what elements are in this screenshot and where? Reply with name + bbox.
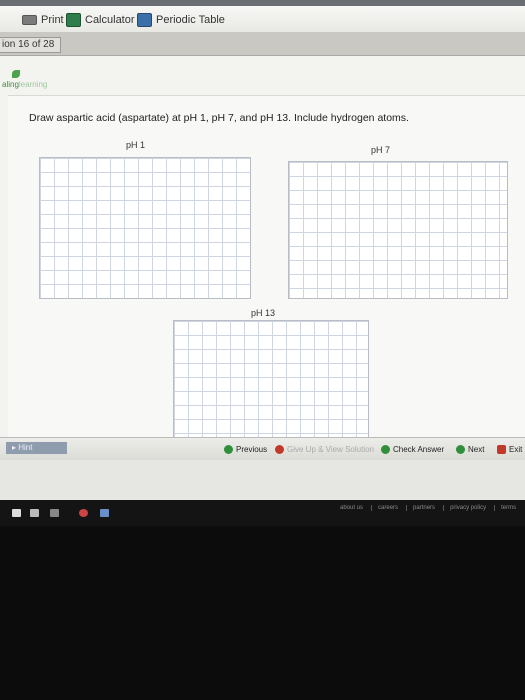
calculator-icon bbox=[66, 13, 81, 27]
hint-button[interactable]: ▸ Hint bbox=[6, 442, 67, 454]
previous-button[interactable]: Previous bbox=[224, 443, 267, 455]
brand-text: alinglearning bbox=[2, 80, 48, 89]
previous-label: Previous bbox=[236, 444, 268, 454]
footer-link[interactable]: terms bbox=[494, 505, 516, 511]
taskbar-browser-icon[interactable] bbox=[79, 509, 88, 517]
give-up-label: Give Up & View Solution bbox=[287, 444, 375, 454]
windows-start-icon[interactable] bbox=[12, 509, 21, 517]
give-up-icon bbox=[275, 444, 284, 454]
question-counter: ion 16 of 28 bbox=[0, 37, 62, 53]
exit-label: Exit bbox=[509, 444, 523, 454]
check-answer-button[interactable]: Check Answer bbox=[381, 443, 444, 455]
toolbar: Print Calculator Periodic Table bbox=[0, 6, 525, 33]
footer-links: about us careers partners privacy policy… bbox=[340, 505, 516, 511]
drawing-canvas-ph13[interactable] bbox=[173, 320, 369, 442]
taskbar-media-icon[interactable] bbox=[100, 509, 109, 517]
periodic-table-button[interactable]: Periodic Table bbox=[137, 12, 225, 28]
footer-link[interactable]: partners bbox=[406, 505, 435, 511]
leaf-icon bbox=[12, 70, 20, 78]
next-button[interactable]: Next bbox=[456, 443, 484, 455]
calculator-button[interactable]: Calculator bbox=[66, 12, 135, 28]
print-label: Print bbox=[41, 14, 64, 26]
taskbar bbox=[0, 500, 525, 526]
exit-icon bbox=[497, 444, 506, 454]
canvas-label-ph1: pH 1 bbox=[126, 140, 146, 150]
canvas-label-ph7: pH 7 bbox=[371, 145, 391, 155]
drawing-canvas-ph7[interactable] bbox=[288, 161, 508, 299]
taskbar-app-icon[interactable] bbox=[30, 509, 39, 517]
print-button[interactable]: Print bbox=[22, 12, 64, 28]
canvas-label-ph13: pH 13 bbox=[251, 308, 276, 318]
taskbar-folder-icon[interactable] bbox=[50, 509, 59, 517]
check-answer-label: Check Answer bbox=[393, 444, 445, 454]
printer-icon bbox=[22, 15, 37, 25]
calculator-label: Calculator bbox=[85, 14, 135, 26]
browser-screen: Print Calculator Periodic Table ion 16 o… bbox=[0, 0, 525, 500]
previous-arrow-icon bbox=[224, 444, 233, 454]
drawing-canvas-ph1[interactable] bbox=[39, 157, 251, 299]
next-arrow-icon bbox=[456, 444, 465, 454]
navigation-bar: ▸ Hint Previous Give Up & View Solution … bbox=[0, 437, 525, 460]
exit-button[interactable]: Exit bbox=[497, 443, 522, 455]
periodic-table-label: Periodic Table bbox=[156, 14, 225, 26]
next-label: Next bbox=[468, 444, 485, 454]
question-bar: ion 16 of 28 bbox=[0, 33, 525, 56]
periodic-table-icon bbox=[137, 13, 152, 27]
footer-link[interactable]: about us bbox=[340, 505, 363, 511]
question-prompt: Draw aspartic acid (aspartate) at pH 1, … bbox=[29, 112, 409, 124]
brand-logo: alinglearning bbox=[2, 70, 62, 92]
page-lower-area bbox=[0, 460, 525, 500]
give-up-button[interactable]: Give Up & View Solution bbox=[275, 443, 374, 455]
footer-link[interactable]: careers bbox=[371, 505, 398, 511]
check-icon bbox=[381, 444, 390, 454]
footer-link[interactable]: privacy policy bbox=[443, 505, 486, 511]
